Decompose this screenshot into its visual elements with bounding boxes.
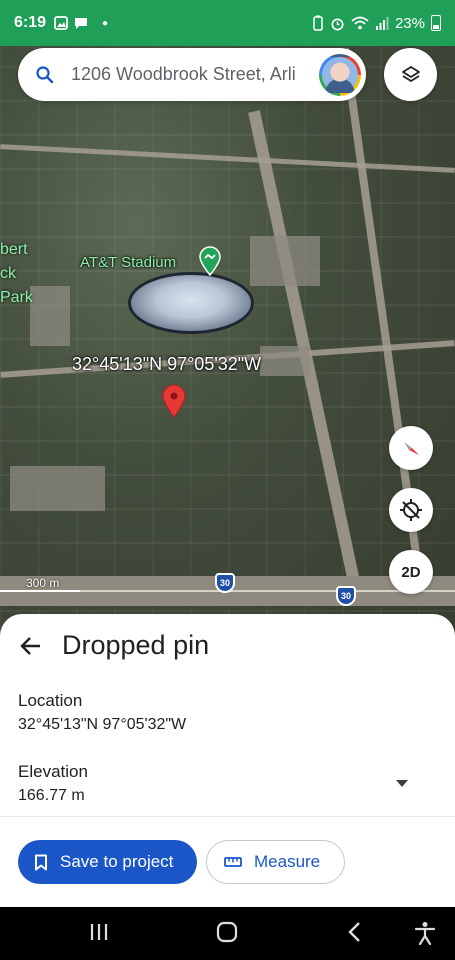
divider xyxy=(0,816,455,817)
measure-button[interactable]: Measure xyxy=(206,840,345,884)
alarm-icon xyxy=(331,17,344,30)
back-icon xyxy=(348,922,360,942)
place-label[interactable]: AT&T Stadium xyxy=(80,254,176,271)
park-label[interactable]: bert ck Park xyxy=(0,238,33,310)
scale-label: 300 m xyxy=(26,576,60,590)
battery-icon xyxy=(431,15,441,31)
elevation-value: 166.77 m xyxy=(18,787,85,804)
save-to-project-button[interactable]: Save to project xyxy=(18,840,197,884)
save-to-project-label: Save to project xyxy=(60,852,174,871)
view-mode-button[interactable]: 2D xyxy=(389,550,433,594)
battery-percent: 23% xyxy=(394,14,425,32)
search-bar[interactable]: 1206 Woodbrook Street, Arli xyxy=(18,48,366,101)
system-nav-bar xyxy=(0,907,455,960)
compass-icon xyxy=(404,442,419,455)
parking-lot xyxy=(250,236,320,286)
map-view[interactable]: AT&T Stadium bert ck Park 32°45'13"N 97°… xyxy=(0,46,455,646)
layers-icon xyxy=(401,65,420,82)
layers-button[interactable] xyxy=(384,48,437,101)
signal-icon xyxy=(375,17,389,30)
compass-button[interactable] xyxy=(389,426,433,470)
home-icon xyxy=(216,921,238,943)
stadium-marker-icon[interactable] xyxy=(198,246,222,276)
map-road xyxy=(0,144,455,173)
notification-dot-icon: ● xyxy=(102,17,109,29)
scale-bar xyxy=(0,590,80,592)
wifi-icon xyxy=(351,16,369,30)
search-icon[interactable] xyxy=(35,65,55,85)
expand-dropdown-icon[interactable] xyxy=(396,780,408,787)
search-input[interactable]: 1206 Woodbrook Street, Arli xyxy=(71,64,319,85)
recent-apps-button[interactable] xyxy=(88,921,110,943)
battery-saver-icon xyxy=(313,15,323,31)
status-bar: 6:19 ● 23% xyxy=(0,0,455,46)
my-location-button[interactable] xyxy=(389,488,433,532)
gallery-icon xyxy=(54,16,68,30)
stadium-building[interactable] xyxy=(128,272,254,334)
back-button[interactable] xyxy=(344,921,366,943)
route-shield-icon: 30 xyxy=(215,573,235,593)
sheet-title: Dropped pin xyxy=(62,630,210,660)
home-button[interactable] xyxy=(216,921,238,943)
parking-lot xyxy=(10,466,105,511)
status-time: 6:19 xyxy=(14,14,47,31)
back-arrow-icon[interactable] xyxy=(18,633,44,659)
route-shield-icon: 30 xyxy=(336,586,356,606)
parking-lot xyxy=(30,286,70,346)
account-avatar[interactable] xyxy=(319,54,361,96)
location-label: Location xyxy=(18,691,83,710)
coordinates-label: 32°45'13"N 97°05'32"W xyxy=(72,354,262,374)
recent-apps-icon xyxy=(90,924,108,940)
dropped-pin-icon[interactable] xyxy=(162,384,186,418)
accessibility-button[interactable] xyxy=(414,921,436,945)
location-value[interactable]: 32°45'13"N 97°05'32"W xyxy=(18,716,186,734)
parking-lot xyxy=(260,346,310,376)
measure-label: Measure xyxy=(254,852,321,871)
sheet-header: Dropped pin xyxy=(18,630,209,661)
accessibility-icon xyxy=(414,922,436,945)
elevation-label: Elevation xyxy=(18,762,88,781)
bookmark-icon xyxy=(34,854,48,871)
ruler-icon xyxy=(224,856,242,868)
dropped-pin-sheet: Dropped pin Location 32°45'13"N 97°05'32… xyxy=(0,614,455,907)
location-disabled-icon xyxy=(400,499,422,521)
message-icon xyxy=(75,18,88,29)
